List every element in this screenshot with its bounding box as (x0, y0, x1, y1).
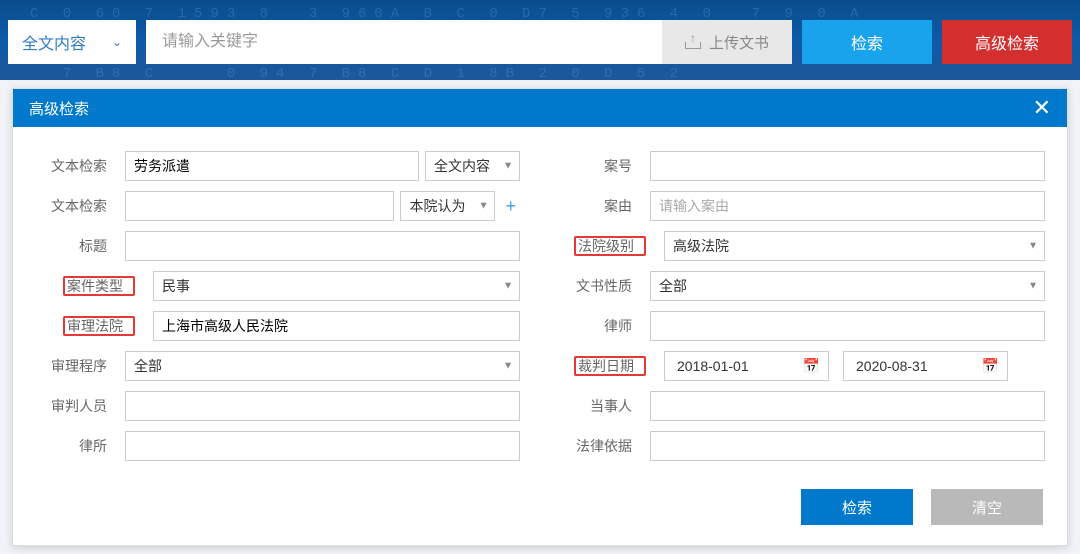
label-judge: 审判人员 (35, 396, 125, 416)
label-title: 标题 (35, 236, 125, 256)
doc-nature-select[interactable]: 全部 ▼ (650, 271, 1045, 301)
modal-clear-button[interactable]: 清空 (931, 489, 1043, 525)
lawyer-input[interactable] (650, 311, 1045, 341)
party-input[interactable] (650, 391, 1045, 421)
upload-doc-button[interactable]: 上传文书 (662, 20, 792, 64)
label-judgment-date: 裁判日期 (574, 356, 646, 376)
label-doc-nature: 文书性质 (560, 276, 650, 296)
close-icon[interactable]: ✕ (1033, 97, 1051, 119)
text-search-2-input[interactable] (125, 191, 394, 221)
chevron-down-icon: ⌄ (112, 35, 122, 49)
title-input[interactable] (125, 231, 520, 261)
date-to-input[interactable]: 2020-08-31 📅 (843, 351, 1008, 381)
caret-down-icon: ▼ (1028, 241, 1038, 252)
upload-label: 上传文书 (709, 32, 769, 53)
case-no-input[interactable] (650, 151, 1045, 181)
label-law-firm: 律所 (35, 436, 125, 456)
procedure-select[interactable]: 全部 ▼ (125, 351, 520, 381)
modal-title: 高级检索 (29, 98, 89, 119)
caret-down-icon: ▼ (1028, 281, 1038, 292)
label-case-no: 案号 (560, 156, 650, 176)
caret-down-icon: ▼ (503, 161, 513, 172)
date-from-input[interactable]: 2018-01-01 📅 (664, 351, 829, 381)
search-type-label: 全文内容 (22, 30, 86, 54)
label-party: 当事人 (560, 396, 650, 416)
text-search-2-scope-select[interactable]: 本院认为 ▼ (400, 191, 495, 221)
label-court: 审理法院 (63, 316, 135, 336)
label-lawyer: 律师 (560, 316, 650, 336)
upload-icon (685, 35, 701, 49)
text-search-1-input[interactable] (125, 151, 419, 181)
caret-down-icon: ▼ (503, 361, 513, 372)
label-text-search-2: 文本检索 (35, 196, 125, 216)
label-case-type: 案件类型 (63, 276, 135, 296)
main-search-input[interactable] (146, 20, 662, 64)
caret-down-icon: ▼ (503, 281, 513, 292)
law-firm-input[interactable] (125, 431, 520, 461)
calendar-icon: 📅 (982, 358, 999, 375)
caret-down-icon: ▼ (479, 201, 489, 212)
advanced-search-button[interactable]: 高级检索 (942, 20, 1072, 64)
search-button[interactable]: 检索 (802, 20, 932, 64)
court-level-select[interactable]: 高级法院 ▼ (664, 231, 1045, 261)
label-cause: 案由 (560, 196, 650, 216)
case-type-select[interactable]: 民事 ▼ (153, 271, 520, 301)
court-input[interactable] (153, 311, 520, 341)
advanced-search-modal: 高级检索 ✕ 文本检索 全文内容 ▼ (12, 88, 1068, 546)
judge-input[interactable] (125, 391, 520, 421)
label-procedure: 审理程序 (35, 356, 125, 376)
text-search-1-scope-select[interactable]: 全文内容 ▼ (425, 151, 520, 181)
modal-search-button[interactable]: 检索 (801, 489, 913, 525)
cause-input[interactable] (650, 191, 1045, 221)
search-type-select[interactable]: 全文内容 ⌄ (8, 20, 136, 64)
calendar-icon: 📅 (803, 358, 820, 375)
add-condition-icon[interactable]: + (501, 196, 520, 217)
label-legal-basis: 法律依据 (560, 436, 650, 456)
label-court-level: 法院级别 (574, 236, 646, 256)
label-text-search-1: 文本检索 (35, 156, 125, 176)
legal-basis-input[interactable] (650, 431, 1045, 461)
